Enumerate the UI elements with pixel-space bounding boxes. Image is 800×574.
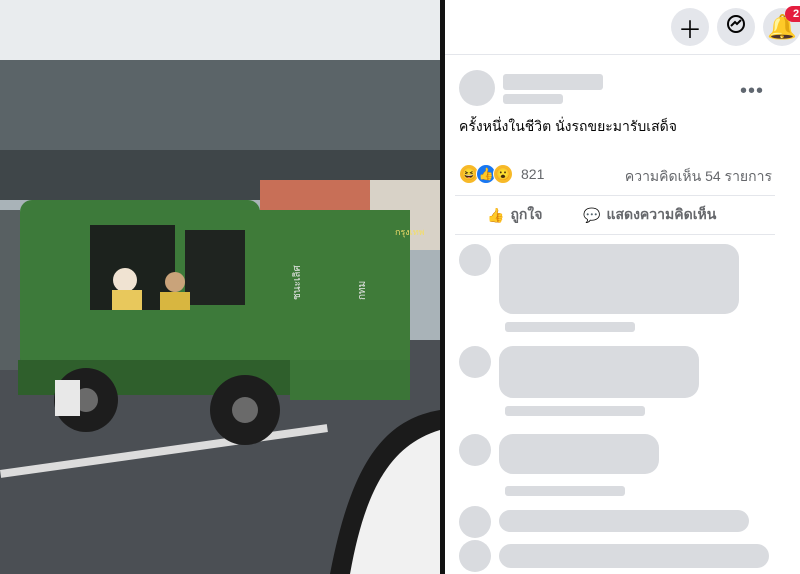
comment-button[interactable]: 💬 แสดงความคิดเห็น xyxy=(583,202,716,228)
top-actions-bar: ＋ 🔔 2 xyxy=(445,0,800,55)
comment-label: แสดงความคิดเห็น xyxy=(606,206,717,222)
post-photo[interactable]: ชนะเลิศ กทม กรุงเทพ xyxy=(0,0,440,574)
truck-photo-illustration: ชนะเลิศ กทม กรุงเทพ xyxy=(0,0,440,574)
comment-icon: 💬 xyxy=(583,206,601,223)
truck-text-3: กรุงเทพ xyxy=(395,227,425,238)
comment-bubble xyxy=(499,346,699,398)
messenger-button[interactable] xyxy=(717,8,755,46)
author-avatar[interactable] xyxy=(459,70,495,106)
reactions-summary[interactable]: 😆 👍 😮 xyxy=(459,164,513,184)
comment-avatar[interactable] xyxy=(459,506,491,538)
comment-avatar[interactable] xyxy=(459,346,491,378)
reactions-count[interactable]: 821 xyxy=(521,166,544,182)
comment-avatar[interactable] xyxy=(459,540,491,572)
post-more-options-button[interactable]: ••• xyxy=(740,80,764,103)
notifications-button[interactable]: 🔔 2 xyxy=(763,6,800,46)
like-button[interactable]: 👍 ถูกใจ xyxy=(487,202,542,228)
truck-text-2: กทม xyxy=(357,281,368,300)
truck-text-1: ชนะเลิศ xyxy=(292,264,303,300)
comment-bubble xyxy=(499,434,659,474)
comment-input[interactable] xyxy=(499,544,769,568)
create-button[interactable]: ＋ xyxy=(671,8,709,46)
messenger-icon xyxy=(726,13,746,41)
comment-actions[interactable] xyxy=(505,322,635,332)
comment-bubble xyxy=(499,510,749,532)
like-label: ถูกใจ xyxy=(510,206,543,222)
plus-icon: ＋ xyxy=(678,16,702,44)
post-timestamp[interactable] xyxy=(503,94,563,104)
comments-count[interactable]: ความคิดเห็น 54 รายการ xyxy=(625,166,772,188)
comment-actions[interactable] xyxy=(505,406,645,416)
comment-bubble xyxy=(499,244,739,314)
post-actions-bar: 👍 ถูกใจ 💬 แสดงความคิดเห็น xyxy=(455,195,775,235)
comment-actions[interactable] xyxy=(505,486,625,496)
thumbs-up-icon: 👍 xyxy=(487,206,505,223)
post-side-panel: ＋ 🔔 2 ••• ครั้งหนึ่งในชีวิต นั่งรถขยะมาร… xyxy=(445,0,800,574)
notifications-count-badge: 2 xyxy=(785,6,800,22)
comment-avatar[interactable] xyxy=(459,434,491,466)
author-name[interactable] xyxy=(503,74,603,90)
wow-reaction-icon: 😮 xyxy=(493,164,513,184)
comment-avatar[interactable] xyxy=(459,244,491,276)
post-text: ครั้งหนึ่งในชีวิต นั่งรถขยะมารับเสด็จ xyxy=(459,118,677,134)
